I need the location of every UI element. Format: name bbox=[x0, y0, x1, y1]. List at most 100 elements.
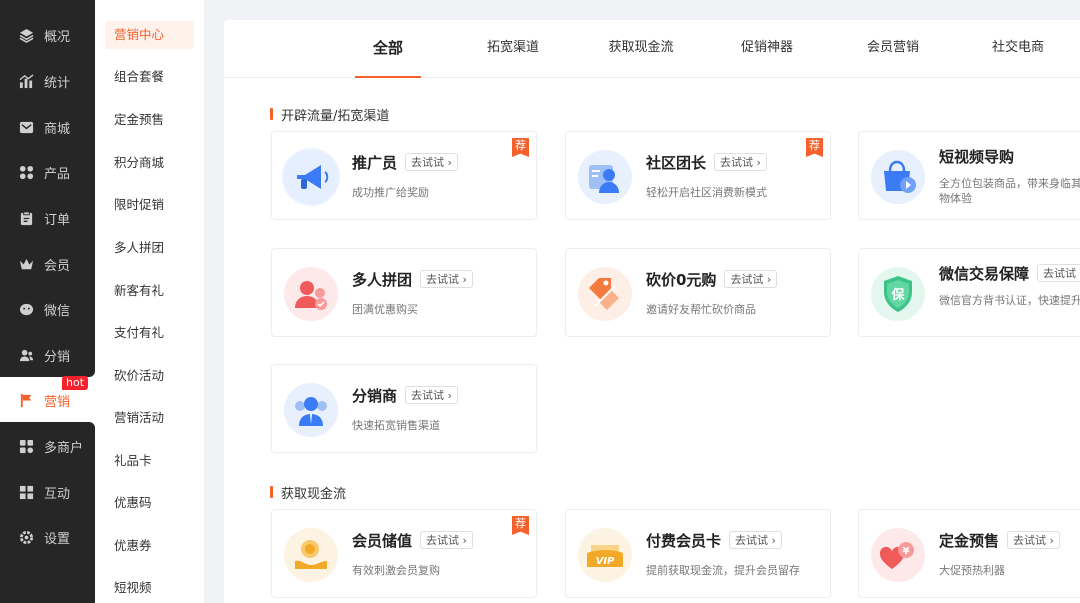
sidebar-item-distribution[interactable]: 分销 bbox=[0, 332, 95, 378]
recommended-badge: 荐 bbox=[512, 516, 529, 535]
try-button[interactable]: 去试试 › bbox=[1037, 264, 1080, 282]
sidebar-item-label: 微信 bbox=[44, 303, 71, 319]
subnav-item-marketing-center[interactable]: 营销中心 bbox=[105, 21, 194, 49]
card-description: 大促预热利器 bbox=[939, 564, 1005, 577]
card-description: 团满优惠购买 bbox=[352, 303, 418, 316]
sidebar-item-multi-merchant[interactable]: 多商户 bbox=[0, 423, 95, 469]
sidebar-item-label: 多商户 bbox=[44, 440, 84, 456]
subnav-item-coupon[interactable]: 优惠券 bbox=[105, 532, 194, 560]
feature-card-wechat-guarantee[interactable]: 保 微信交易保障去试试 › 微信官方背书认证，快速提升信任度 bbox=[858, 248, 1080, 337]
wechat-icon bbox=[18, 301, 34, 317]
tab-social-ecommerce[interactable]: 社交电商 bbox=[985, 20, 1051, 78]
sidebar-item-overview[interactable]: 概况 bbox=[0, 12, 95, 58]
tab-member-marketing[interactable]: 会员营销 bbox=[860, 20, 926, 78]
card-title: 社区团长 去试试 › bbox=[646, 152, 767, 173]
gear-icon bbox=[18, 529, 34, 545]
try-button[interactable]: 去试试 › bbox=[1007, 531, 1060, 549]
subnav-item-group-buy[interactable]: 多人拼团 bbox=[105, 234, 194, 262]
card-description: 轻松开启社区消费新模式 bbox=[646, 186, 767, 199]
distributor-icon bbox=[282, 381, 340, 439]
sidebar-item-members[interactable]: 会员 bbox=[0, 241, 95, 287]
crown-icon bbox=[18, 256, 34, 272]
hot-badge: hot bbox=[62, 376, 89, 390]
feature-card-short-video[interactable]: 短视频导购 全方位包装商品，带来身临其境的购物体验 bbox=[858, 131, 1080, 220]
feature-card-deposit-presale[interactable]: ¥ 定金预售 去试试 › 大促预热利器 bbox=[858, 509, 1080, 598]
feature-card-community-leader[interactable]: 社区团长 去试试 › 轻松开启社区消费新模式 荐 bbox=[565, 131, 831, 220]
recommended-badge: 荐 bbox=[806, 138, 823, 157]
subnav-item-new-customer-gift[interactable]: 新客有礼 bbox=[105, 277, 194, 305]
grid-icon bbox=[18, 164, 34, 180]
presale-heart-icon: ¥ bbox=[869, 526, 927, 584]
try-button[interactable]: 去试试 › bbox=[420, 531, 473, 549]
card-title: 分销商 去试试 › bbox=[352, 385, 458, 406]
yen-glyph: ¥ bbox=[903, 546, 910, 557]
subnav-item-short-video[interactable]: 短视频 bbox=[105, 574, 194, 602]
feature-card-bargain[interactable]: 砍价0元购 去试试 › 邀请好友帮忙砍价商品 bbox=[565, 248, 831, 337]
card-description: 有效刺激会员复购 bbox=[352, 564, 440, 577]
section-title-traffic: 开辟流量/拓宽渠道 bbox=[270, 105, 389, 124]
subnav-item-payment-gift[interactable]: 支付有礼 bbox=[105, 319, 194, 347]
try-button[interactable]: 去试试 › bbox=[405, 386, 458, 404]
sidebar-item-label: 设置 bbox=[44, 531, 71, 547]
store-icon bbox=[18, 438, 34, 454]
subnav-item-promo-code[interactable]: 优惠码 bbox=[105, 489, 194, 517]
try-button[interactable]: 去试试 › bbox=[724, 270, 778, 288]
try-button[interactable]: 去试试 › bbox=[405, 153, 458, 171]
marketing-subnav: 营销中心 组合套餐 定金预售 积分商城 限时促销 多人拼团 新客有礼 支付有礼 … bbox=[95, 0, 205, 603]
vip-card-icon: VIP bbox=[576, 526, 634, 584]
try-button[interactable]: 去试试 › bbox=[729, 531, 782, 549]
feature-card-promoter[interactable]: 推广员 去试试 › 成功推广给奖励 荐 bbox=[271, 131, 537, 220]
feature-card-distributor[interactable]: 分销商 去试试 › 快速拓宽销售渠道 bbox=[271, 364, 537, 453]
recommended-badge: 荐 bbox=[512, 138, 529, 157]
price-tag-icon bbox=[576, 265, 634, 323]
try-button[interactable]: 去试试 › bbox=[714, 153, 767, 171]
community-leader-icon bbox=[576, 148, 634, 206]
subnav-item-campaigns[interactable]: 营销活动 bbox=[105, 404, 194, 432]
card-title: 推广员 去试试 › bbox=[352, 152, 458, 173]
coin-stack-icon bbox=[282, 526, 340, 584]
users-icon bbox=[18, 347, 34, 363]
section-title-cash-flow: 获取现金流 bbox=[270, 483, 346, 502]
tab-expand-channels[interactable]: 拓宽渠道 bbox=[480, 20, 546, 78]
subnav-item-combo[interactable]: 组合套餐 bbox=[105, 63, 194, 91]
sidebar-item-label: 概况 bbox=[44, 29, 71, 45]
group-buy-icon bbox=[282, 265, 340, 323]
feature-card-group-buy[interactable]: 多人拼团 去试试 › 团满优惠购买 bbox=[271, 248, 537, 337]
card-description: 成功推广给奖励 bbox=[352, 186, 429, 199]
mail-icon bbox=[18, 119, 34, 135]
chart-icon bbox=[18, 73, 34, 89]
sidebar-item-mall[interactable]: 商城 bbox=[0, 104, 95, 150]
tab-promotion-tools[interactable]: 促销神器 bbox=[734, 20, 800, 78]
subnav-item-gift-card[interactable]: 礼品卡 bbox=[105, 447, 194, 475]
tab-cash-flow[interactable]: 获取现金流 bbox=[601, 20, 681, 78]
sidebar-item-stats[interactable]: 统计 bbox=[0, 58, 95, 104]
card-description: 全方位包装商品，带来身临其境的购物体验 bbox=[939, 177, 1080, 205]
sidebar-item-products[interactable]: 产品 bbox=[0, 149, 95, 195]
subnav-item-flash-sale[interactable]: 限时促销 bbox=[105, 191, 194, 219]
subnav-item-presale[interactable]: 定金预售 bbox=[105, 106, 194, 134]
sidebar-item-label: 产品 bbox=[44, 166, 71, 182]
subnav-item-points-mall[interactable]: 积分商城 bbox=[105, 149, 194, 177]
sidebar-item-label: 订单 bbox=[44, 212, 71, 228]
try-button[interactable]: 去试试 › bbox=[420, 270, 473, 288]
layers-icon bbox=[18, 27, 34, 43]
card-title: 付费会员卡 去试试 › bbox=[646, 530, 782, 551]
sidebar-item-settings[interactable]: 设置 bbox=[0, 514, 95, 560]
shield-icon: 保 bbox=[869, 265, 927, 323]
subnav-item-bargain[interactable]: 砍价活动 bbox=[105, 362, 194, 390]
card-description: 提前获取现金流，提升会员留存 bbox=[646, 564, 800, 577]
shield-glyph: 保 bbox=[890, 287, 905, 303]
tab-all[interactable]: 全部 bbox=[355, 20, 421, 78]
feature-card-paid-membership[interactable]: VIP 付费会员卡 去试试 › 提前获取现金流，提升会员留存 bbox=[565, 509, 831, 598]
card-title: 会员储值 去试试 › bbox=[352, 530, 473, 551]
feature-card-member-recharge[interactable]: 会员储值 去试试 › 有效刺激会员复购 荐 bbox=[271, 509, 537, 598]
sidebar-item-interaction[interactable]: 互动 bbox=[0, 469, 95, 515]
flag-icon bbox=[18, 392, 34, 408]
card-description: 邀请好友帮忙砍价商品 bbox=[646, 303, 756, 316]
sidebar-item-orders[interactable]: 订单 bbox=[0, 195, 95, 241]
card-description: 微信官方背书认证，快速提升信任度 bbox=[939, 294, 1080, 307]
sidebar-item-label: 营销 bbox=[44, 394, 71, 410]
video-bag-icon bbox=[869, 148, 927, 206]
sidebar-item-wechat[interactable]: 微信 bbox=[0, 286, 95, 332]
sidebar-item-label: 互动 bbox=[44, 486, 71, 502]
